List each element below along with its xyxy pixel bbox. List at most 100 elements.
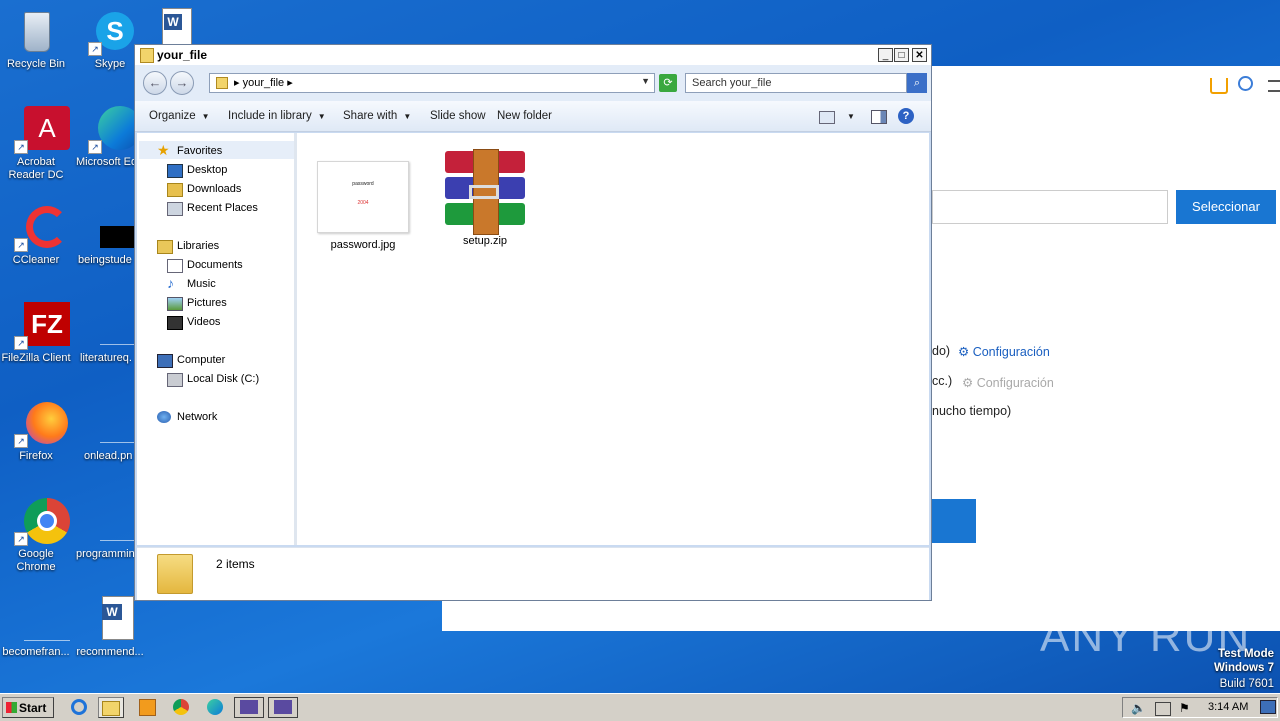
- config-link-2[interactable]: ⚙ Configuración: [962, 375, 1054, 390]
- chevron-down-icon: ▼: [201, 112, 210, 121]
- file-item-setup-zip[interactable]: setup.zip: [430, 149, 540, 247]
- taskbar-media-player-icon[interactable]: [134, 697, 160, 718]
- organize-button[interactable]: Organize ▼: [149, 110, 210, 122]
- item-count: 2 items: [216, 557, 255, 571]
- nav-item-favorites[interactable]: ★ Favorites: [157, 142, 222, 158]
- acrobat-icon: A ↗: [12, 106, 70, 154]
- taskbar-app-window-2[interactable]: [268, 697, 298, 718]
- volume-icon[interactable]: 🔈: [1131, 701, 1146, 715]
- documents-icon: [167, 259, 183, 273]
- desktop-icon-recommend[interactable]: W recommend...: [74, 596, 146, 659]
- nav-item-network[interactable]: Network: [157, 411, 217, 423]
- desktop-icon-firefox[interactable]: ↗ Firefox: [0, 400, 72, 463]
- black-file-icon: [86, 204, 148, 252]
- desktop-icon: [167, 164, 183, 178]
- search-input[interactable]: Search your_file: [685, 73, 907, 93]
- preview-pane-icon[interactable]: [871, 110, 887, 124]
- include-in-library-button[interactable]: Include in library ▼: [228, 110, 326, 122]
- blank-file-icon: [86, 302, 146, 350]
- minimize-button[interactable]: _: [878, 48, 893, 62]
- details-pane: 2 items: [137, 547, 929, 600]
- flag-icon[interactable]: ⚑: [1179, 701, 1190, 715]
- chevron-down-icon[interactable]: ▼: [847, 112, 855, 121]
- file-item-password-jpg[interactable]: password 2004 password.jpg: [308, 161, 418, 251]
- view-options-icon[interactable]: [819, 111, 835, 124]
- nav-item-desktop[interactable]: Desktop: [167, 164, 227, 178]
- pictures-icon: [167, 297, 183, 311]
- select-button[interactable]: Seleccionar: [1176, 190, 1276, 224]
- slide-show-button[interactable]: Slide show: [430, 110, 486, 122]
- address-bar[interactable]: ▸ your_file ▸ ▼: [209, 73, 655, 93]
- refresh-icon[interactable]: ⟳: [659, 74, 677, 92]
- system-tray: 🔈 ⚑: [1122, 697, 1278, 718]
- file-name: password.jpg: [330, 239, 396, 251]
- option-line-3: nucho tiempo): [932, 404, 1012, 418]
- search-icon[interactable]: ⌕: [907, 73, 927, 93]
- nav-item-local-disk[interactable]: Local Disk (C:): [167, 373, 259, 387]
- desktop-icon-filezilla[interactable]: FZ ↗ FileZilla Client: [0, 302, 72, 365]
- start-button[interactable]: Start: [2, 697, 54, 718]
- taskbar-chrome-icon[interactable]: [168, 697, 194, 718]
- chevron-down-icon: ▼: [403, 112, 412, 121]
- option-line-2: cc.): [932, 374, 953, 388]
- image-thumbnail: password 2004: [317, 161, 409, 233]
- test-mode-label: Test Mode: [1217, 648, 1274, 660]
- taskbar-explorer-icon[interactable]: [98, 697, 124, 718]
- desktop-icon-chrome[interactable]: ↗ Google Chrome: [0, 498, 72, 574]
- search-icon[interactable]: [1238, 76, 1253, 91]
- show-desktop-icon[interactable]: [1260, 700, 1276, 714]
- cart-icon[interactable]: [1210, 78, 1228, 94]
- new-folder-button[interactable]: New folder: [497, 110, 552, 122]
- libraries-icon: [157, 240, 173, 254]
- menu-icon[interactable]: [1268, 80, 1280, 92]
- nav-item-downloads[interactable]: Downloads: [167, 183, 241, 197]
- back-button[interactable]: ←: [143, 71, 167, 95]
- desktop-icon-becomefran[interactable]: becomefran...: [0, 596, 72, 659]
- desktop-icon-recycle-bin[interactable]: Recycle Bin: [0, 8, 72, 71]
- nav-item-videos[interactable]: Videos: [167, 316, 220, 330]
- taskbar-edge-icon[interactable]: [202, 697, 228, 718]
- select-file-input[interactable]: [932, 190, 1168, 224]
- upload-button[interactable]: [932, 499, 976, 543]
- maximize-button[interactable]: □: [894, 48, 909, 62]
- taskbar-app-window-1[interactable]: [234, 697, 264, 718]
- nav-item-recent-places[interactable]: Recent Places: [167, 202, 258, 216]
- nav-item-music[interactable]: ♪ Music: [167, 275, 216, 291]
- nav-item-pictures[interactable]: Pictures: [167, 297, 227, 311]
- network-tray-icon[interactable]: [1155, 702, 1171, 716]
- close-button[interactable]: ✕: [912, 48, 927, 62]
- option-line-1: do): [932, 344, 951, 358]
- chevron-down-icon[interactable]: ▼: [641, 76, 650, 86]
- navigation-pane: ★ Favorites Desktop Downloads Recent Plac…: [137, 133, 297, 545]
- word-icon: W: [86, 596, 134, 644]
- desktop-icon-acrobat[interactable]: A ↗ Acrobat Reader DC: [0, 106, 72, 182]
- chevron-down-icon: ▼: [317, 112, 326, 121]
- recycle-bin-icon: [12, 8, 60, 56]
- file-name: setup.zip: [462, 235, 508, 247]
- blank-file-icon: [12, 596, 70, 644]
- desktop-icon-ccleaner[interactable]: ↗ CCleaner: [0, 204, 72, 267]
- forward-button[interactable]: →: [170, 71, 194, 95]
- help-icon[interactable]: ?: [898, 108, 914, 124]
- breadcrumb[interactable]: ▸ your_file ▸: [234, 76, 293, 89]
- edge-icon: ↗: [86, 106, 142, 154]
- folder-icon: [157, 554, 193, 594]
- share-with-button[interactable]: Share with ▼: [343, 110, 411, 122]
- disk-icon: [167, 373, 183, 387]
- config-link-1[interactable]: ⚙ Configuración: [958, 344, 1050, 359]
- folder-icon: [216, 77, 228, 89]
- chrome-icon: ↗: [12, 498, 70, 546]
- address-bar-row: ← → ▸ your_file ▸ ▼ ⟳ Search your_file ⌕: [135, 65, 931, 101]
- nav-item-computer[interactable]: Computer: [157, 354, 225, 368]
- taskbar-ie-icon[interactable]: [66, 697, 92, 718]
- command-bar: Organize ▼ Include in library ▼ Share with…: [135, 101, 931, 132]
- nav-item-libraries[interactable]: Libraries: [157, 240, 219, 254]
- windows-logo-icon: [6, 702, 17, 713]
- winrar-archive-icon: [437, 149, 533, 235]
- nav-item-documents[interactable]: Documents: [167, 259, 243, 273]
- title-bar[interactable]: your_file _ □ ✕: [135, 45, 931, 65]
- filezilla-icon: FZ ↗: [12, 302, 70, 350]
- network-icon: [157, 411, 171, 423]
- clock[interactable]: 3:14 AM: [1208, 701, 1248, 713]
- recent-places-icon: [167, 202, 183, 216]
